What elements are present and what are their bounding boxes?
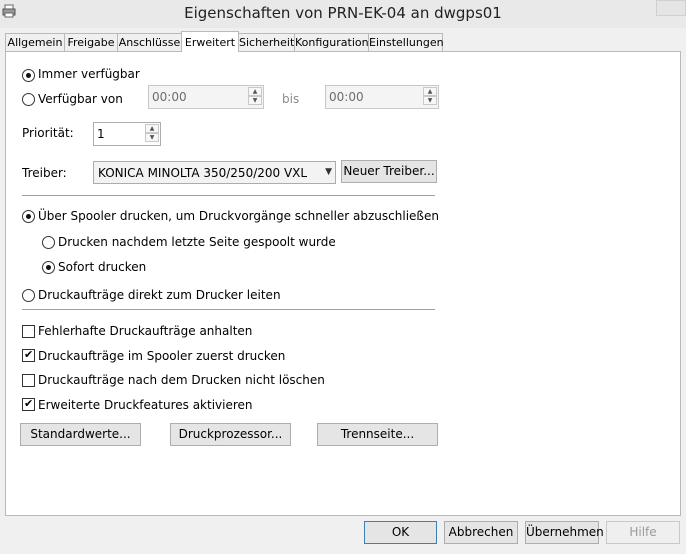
tab-allgemein[interactable]: Allgemein — [5, 33, 65, 51]
print-after-last-page-label: Drucken nachdem letzte Seite gespoolt wu… — [58, 235, 336, 249]
separator-page-button[interactable]: Trennseite... — [317, 423, 438, 446]
to-label: bis — [282, 92, 300, 106]
title-bar: Eigenschaften von PRN-EK-04 an dwgps01 — [0, 0, 686, 28]
available-from-radio[interactable] — [22, 93, 35, 106]
driver-value: KONICA MINOLTA 350/250/200 VXL — [98, 166, 308, 180]
print-direct-radio[interactable] — [22, 289, 35, 302]
advanced-tab-panel: Immer verfügbar Verfügbar von 00:00 ▲ ▼ … — [5, 51, 681, 516]
from-time-field[interactable]: 00:00 ▲ ▼ — [148, 85, 264, 109]
spool-radio[interactable] — [22, 210, 35, 223]
keep-printed-checkbox[interactable] — [22, 374, 35, 387]
priority-field[interactable]: 1 ▲ ▼ — [93, 122, 161, 146]
tab-anschluesse[interactable]: Anschlüsse — [117, 33, 182, 51]
from-time-value: 00:00 — [152, 90, 187, 104]
keep-printed-label: Druckaufträge nach dem Drucken nicht lös… — [38, 373, 325, 387]
spooled-first-checkbox[interactable] — [22, 348, 35, 362]
to-time-spinner[interactable]: ▲ ▼ — [423, 87, 437, 105]
always-available-radio[interactable] — [22, 69, 35, 82]
priority-label: Priorität: — [22, 126, 74, 140]
tab-konfiguration[interactable]: Konfiguration — [294, 33, 369, 51]
to-time-value: 00:00 — [329, 90, 364, 104]
hold-mismatched-checkbox[interactable] — [22, 325, 35, 338]
advanced-features-checkbox[interactable] — [22, 397, 35, 411]
print-after-last-page-radio[interactable] — [42, 236, 55, 249]
ok-button[interactable]: OK — [364, 521, 437, 544]
print-immediately-label: Sofort drucken — [58, 260, 147, 274]
driver-select[interactable]: KONICA MINOLTA 350/250/200 VXL ▼ — [93, 161, 336, 184]
print-direct-label: Druckaufträge direkt zum Drucker leiten — [38, 288, 281, 302]
priority-value: 1 — [97, 127, 105, 141]
new-driver-button[interactable]: Neuer Treiber... — [341, 160, 437, 183]
print-processor-button[interactable]: Druckprozessor... — [170, 423, 291, 446]
spool-label: Über Spooler drucken, um Druckvorgänge s… — [38, 209, 439, 223]
driver-label: Treiber: — [22, 166, 67, 180]
spin-up-icon[interactable]: ▲ — [423, 87, 437, 96]
separator — [22, 309, 435, 310]
close-button[interactable] — [656, 0, 686, 16]
defaults-button[interactable]: Standardwerte... — [20, 423, 141, 446]
advanced-features-label: Erweiterte Druckfeatures aktivieren — [38, 398, 253, 412]
spin-down-icon[interactable]: ▼ — [145, 133, 159, 142]
to-time-field[interactable]: 00:00 ▲ ▼ — [325, 85, 439, 109]
available-from-label: Verfügbar von — [38, 92, 123, 106]
spooled-first-label: Druckaufträge im Spooler zuerst drucken — [38, 349, 286, 363]
chevron-down-icon: ▼ — [325, 167, 332, 177]
cancel-button[interactable]: Abbrechen — [444, 521, 518, 544]
window-title: Eigenschaften von PRN-EK-04 an dwgps01 — [184, 4, 502, 22]
spin-up-icon[interactable]: ▲ — [248, 87, 262, 96]
spin-down-icon[interactable]: ▼ — [423, 96, 437, 105]
priority-spinner[interactable]: ▲ ▼ — [145, 124, 159, 142]
spin-down-icon[interactable]: ▼ — [248, 96, 262, 105]
hold-mismatched-label: Fehlerhafte Druckaufträge anhalten — [38, 324, 253, 338]
from-time-spinner[interactable]: ▲ ▼ — [248, 87, 262, 105]
tab-freigabe[interactable]: Freigabe — [64, 33, 118, 51]
tab-einstellungen[interactable]: Einstellungen — [368, 33, 444, 51]
separator — [22, 195, 435, 196]
apply-button[interactable]: Übernehmen — [525, 521, 604, 544]
help-button[interactable]: Hilfe — [606, 521, 680, 544]
tab-erweitert[interactable]: Erweitert — [181, 31, 239, 52]
print-immediately-radio[interactable] — [42, 261, 55, 274]
always-available-label: Immer verfügbar — [38, 67, 140, 81]
spin-up-icon[interactable]: ▲ — [145, 124, 159, 133]
tab-sicherheit[interactable]: Sicherheit — [238, 33, 295, 51]
